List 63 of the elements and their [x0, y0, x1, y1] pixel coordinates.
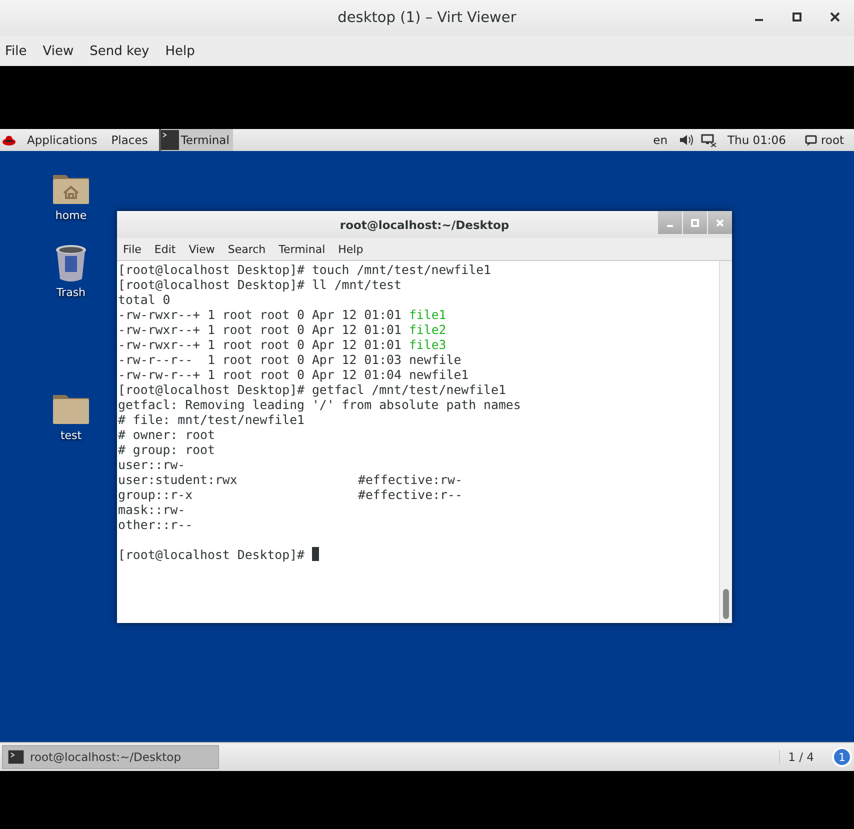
menu-item[interactable]: View: [188, 242, 215, 256]
file-name: newfile1: [408, 367, 469, 382]
file-permissions: -rw-rwxr--+ 1 root root 0 Apr 12 01:01: [118, 307, 402, 322]
network-icon[interactable]: [700, 134, 717, 146]
menu-item[interactable]: Help: [338, 242, 364, 256]
maximize-icon[interactable]: [792, 12, 802, 22]
terminal-line: # group: root: [118, 442, 216, 457]
notification-badge[interactable]: 1: [832, 747, 852, 767]
terminal-icon: [160, 130, 179, 150]
window-title: desktop (1) – Virt Viewer: [338, 10, 516, 26]
terminal-line: mask::rw-: [118, 502, 186, 517]
file-permissions: -rw-r--r-- 1 root root 0 Apr 12 01:03: [118, 352, 402, 367]
window-title: root@localhost:~/Desktop: [340, 218, 510, 232]
menu-item[interactable]: View: [42, 44, 82, 58]
desktop-icon-label[interactable]: Trash: [56, 286, 86, 299]
effective-rights: #effective:rw-: [358, 472, 462, 487]
workspace-indicator[interactable]: 1 / 4: [779, 750, 822, 764]
file-name: file1: [408, 307, 446, 322]
menu-item[interactable]: Search: [228, 242, 266, 256]
user-menu[interactable]: root: [804, 133, 844, 147]
menu-item[interactable]: File: [123, 242, 142, 256]
hat-icon: [2, 134, 16, 146]
menu-item[interactable]: File: [5, 44, 35, 58]
terminal-line: other::r--: [118, 517, 194, 532]
menu-item[interactable]: Help: [165, 44, 203, 58]
file-permissions: -rw-rwxr--+ 1 root root 0 Apr 12 01:01: [118, 322, 402, 337]
terminal-app-button[interactable]: Terminal: [158, 129, 234, 151]
terminal-line: getfacl: Removing leading '/' from absolute path names: [118, 397, 522, 412]
file-name: file2: [408, 322, 446, 337]
menu-item[interactable]: Terminal: [278, 242, 326, 256]
trash-icon[interactable]: [55, 244, 87, 282]
close-icon[interactable]: [830, 12, 840, 22]
scrollbar-thumb[interactable]: [723, 589, 729, 619]
terminal-line: # file: mnt/test/newfile1: [118, 412, 306, 427]
language-indicator[interactable]: en: [650, 133, 671, 147]
volume-icon[interactable]: [678, 134, 693, 146]
maximize-icon: [691, 218, 699, 226]
terminal-line: [root@localhost Desktop]# ll /mnt/test: [118, 277, 402, 292]
applications-menu[interactable]: Applications: [24, 133, 100, 147]
menu-item[interactable]: Send key: [90, 44, 158, 58]
terminal-line: # owner: root: [118, 427, 216, 442]
file-permissions: -rw-rwxr--+ 1 root root 0 Apr 12 01:01: [118, 337, 402, 352]
terminal-line: [root@localhost Desktop]# getfacl /mnt/test/newfile1: [118, 382, 507, 397]
desktop-icon-label[interactable]: test: [60, 429, 82, 442]
file-permissions: -rw-rw-r--+ 1 root root 0 Apr 12 01:04: [118, 367, 402, 382]
effective-rights: #effective:r--: [358, 487, 462, 502]
file-name: file3: [408, 337, 446, 352]
file-name: newfile: [408, 352, 462, 367]
desktop-icon-label[interactable]: home: [55, 209, 87, 222]
terminal-line: total 0: [118, 292, 172, 307]
clock[interactable]: Thu 01:06: [724, 133, 789, 147]
places-menu[interactable]: Places: [108, 133, 151, 147]
shell-prompt: [root@localhost Desktop]#: [118, 547, 304, 562]
terminal-line: user::rw-: [118, 457, 186, 472]
acl-entry: user:student:rwx: [118, 472, 238, 487]
taskbar-window-button[interactable]: root@localhost:~/Desktop: [2, 745, 219, 769]
minimize-icon: [667, 224, 673, 226]
menu-item[interactable]: Edit: [154, 242, 176, 256]
close-icon: [716, 218, 724, 226]
terminal-line: [root@localhost Desktop]# touch /mnt/test/newfile1: [118, 262, 492, 277]
acl-entry: group::r-x: [118, 487, 194, 502]
text-cursor: [312, 547, 319, 561]
terminal-icon: [8, 750, 24, 764]
